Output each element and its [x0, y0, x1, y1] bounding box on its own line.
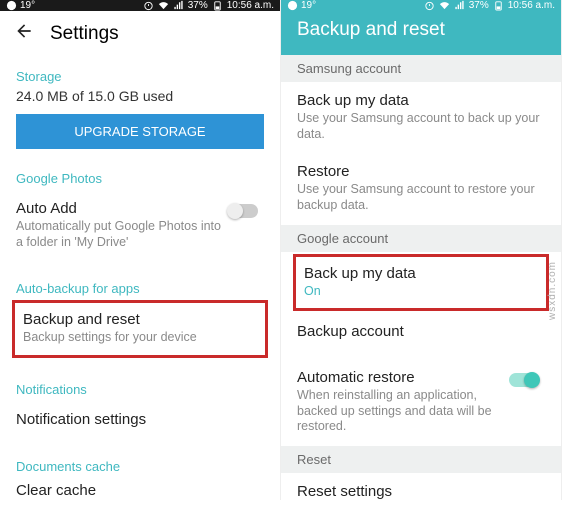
backup-reset-header: Backup and reset	[281, 11, 561, 55]
signal-icon	[173, 0, 184, 11]
automatic-restore-sub: When reinstalling an application, backed…	[297, 388, 509, 435]
restore-title: Restore	[297, 163, 545, 180]
watermark: wsxdn.com	[547, 261, 558, 320]
signal-icon	[454, 0, 465, 11]
backup-account-item[interactable]: Backup account	[281, 313, 561, 351]
settings-header: Settings	[0, 11, 280, 57]
whatsapp-icon	[287, 0, 298, 11]
storage-section-header: Storage	[0, 57, 280, 88]
auto-add-title: Auto Add	[16, 200, 228, 217]
restore-sub: Use your Samsung account to restore your…	[297, 182, 545, 213]
backup-reset-pane: 19° 37% 10:56 a.m. Backup and reset Sams…	[281, 0, 562, 500]
samsung-backup-item[interactable]: Back up my data Use your Samsung account…	[281, 82, 561, 153]
google-photos-section-header: Google Photos	[0, 159, 280, 190]
temp-indicator: 19°	[20, 0, 35, 11]
google-backup-sub: On	[304, 284, 538, 300]
notification-settings-title: Notification settings	[16, 411, 264, 428]
samsung-backup-title: Back up my data	[297, 92, 545, 109]
restore-item[interactable]: Restore Use your Samsung account to rest…	[281, 153, 561, 224]
battery-icon	[212, 0, 223, 11]
back-icon[interactable]	[14, 21, 34, 47]
auto-backup-section-header: Auto-backup for apps	[0, 269, 280, 300]
auto-add-toggle[interactable]	[228, 204, 258, 218]
samsung-backup-sub: Use your Samsung account to back up your…	[297, 111, 545, 142]
google-account-header: Google account	[281, 225, 561, 252]
notification-settings-item[interactable]: Notification settings	[0, 401, 280, 439]
alarm-icon	[143, 0, 154, 11]
settings-pane: 19° 37% 10:56 a.m. Settings Storage 24.0…	[0, 0, 281, 500]
reset-settings-title: Reset settings	[297, 483, 545, 500]
google-backup-item[interactable]: Back up my data On	[296, 257, 546, 309]
alarm-icon	[424, 0, 435, 11]
notifications-section-header: Notifications	[0, 370, 280, 401]
battery-text: 37%	[188, 0, 208, 11]
backup-reset-sub: Backup settings for your device	[23, 330, 257, 346]
battery-icon	[493, 0, 504, 11]
upgrade-storage-button[interactable]: UPGRADE STORAGE	[16, 114, 264, 149]
clear-cache-title: Clear cache	[16, 482, 264, 499]
wifi-icon	[439, 0, 450, 11]
auto-add-item[interactable]: Auto Add Automatically put Google Photos…	[0, 190, 280, 261]
clock-text: 10:56 a.m.	[227, 0, 274, 11]
documents-cache-section-header: Documents cache	[0, 447, 280, 478]
storage-usage-text: 24.0 MB of 15.0 GB used	[0, 88, 280, 104]
highlight-google-backup: Back up my data On	[293, 254, 549, 312]
backup-account-title: Backup account	[297, 323, 545, 340]
automatic-restore-item[interactable]: Automatic restore When reinstalling an a…	[281, 359, 561, 446]
whatsapp-icon	[6, 0, 17, 11]
clock-text: 10:56 a.m.	[508, 0, 555, 11]
automatic-restore-title: Automatic restore	[297, 369, 509, 386]
backup-reset-item[interactable]: Backup and reset Backup settings for you…	[15, 303, 265, 355]
highlight-backup-reset: Backup and reset Backup settings for you…	[12, 300, 268, 358]
google-backup-title: Back up my data	[304, 265, 538, 282]
battery-text: 37%	[469, 0, 489, 11]
page-title: Backup and reset	[297, 19, 445, 41]
auto-add-sub: Automatically put Google Photos into a f…	[16, 219, 228, 250]
wifi-icon	[158, 0, 169, 11]
samsung-account-header: Samsung account	[281, 55, 561, 82]
backup-reset-title: Backup and reset	[23, 311, 257, 328]
status-bar-left: 19° 37% 10:56 a.m.	[0, 0, 280, 11]
reset-header: Reset	[281, 446, 561, 473]
automatic-restore-toggle[interactable]	[509, 373, 539, 387]
clear-cache-item[interactable]: Clear cache	[0, 478, 280, 510]
temp-indicator: 19°	[301, 0, 316, 11]
status-bar-right: 19° 37% 10:56 a.m.	[281, 0, 561, 11]
reset-settings-item[interactable]: Reset settings	[281, 473, 561, 511]
page-title: Settings	[50, 23, 119, 45]
